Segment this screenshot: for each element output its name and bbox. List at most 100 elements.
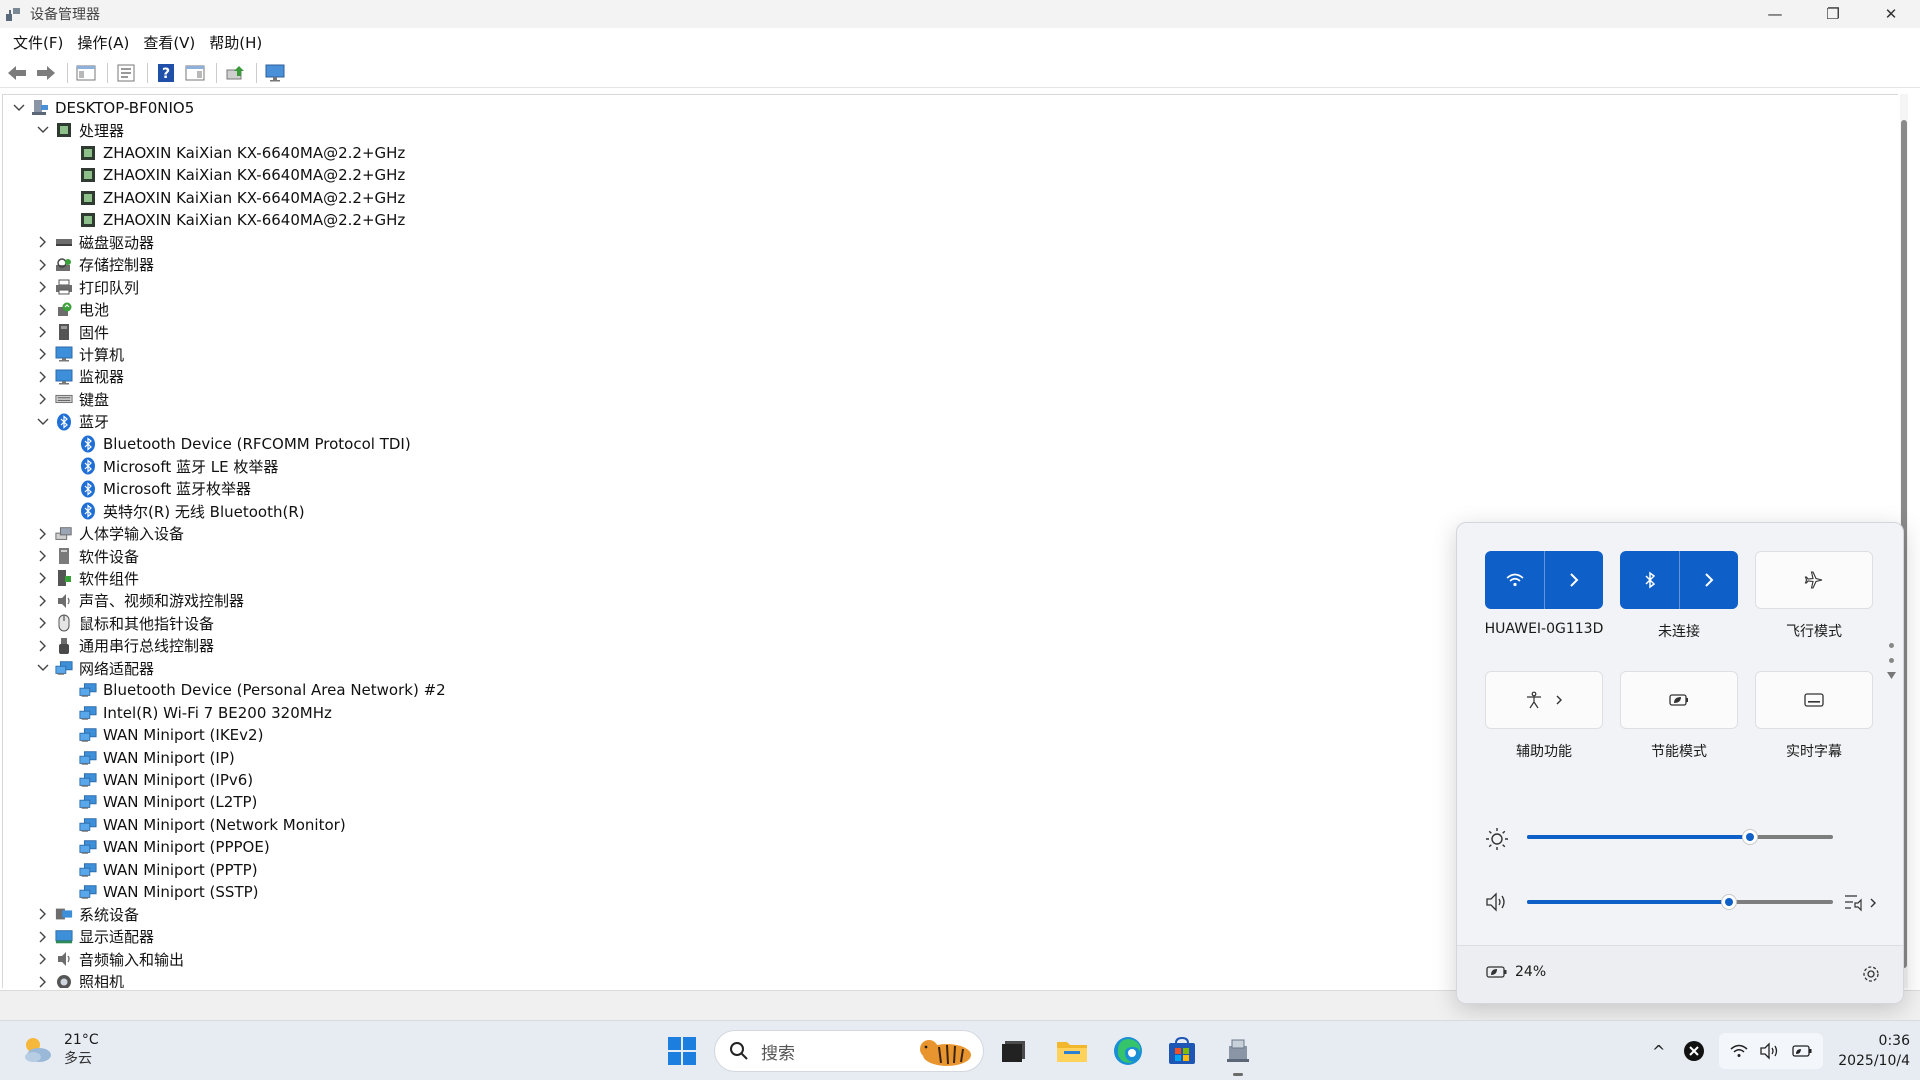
menu-help[interactable]: 帮助(H) xyxy=(202,32,269,53)
chevron-right-icon[interactable] xyxy=(35,324,51,340)
volume-slider-knob[interactable] xyxy=(1720,894,1737,910)
brightness-slider-knob[interactable] xyxy=(1742,829,1759,845)
chevron-down-icon[interactable] xyxy=(11,100,27,116)
tree-node[interactable]: 打印队列 xyxy=(35,276,139,298)
tree-node[interactable]: Microsoft 蓝牙 LE 枚举器 xyxy=(59,455,278,477)
tree-node[interactable]: 网络适配器 xyxy=(35,657,154,679)
wifi-networks-button[interactable] xyxy=(1544,551,1603,609)
chevron-right-icon[interactable] xyxy=(35,391,51,407)
chevron-down-icon[interactable] xyxy=(35,122,51,138)
tree-node[interactable]: 照相机 xyxy=(35,971,124,988)
volume-slider[interactable] xyxy=(1527,894,1833,910)
chevron-right-icon[interactable] xyxy=(35,302,51,318)
clock[interactable]: 0:36 2025/10/4 xyxy=(1820,1031,1910,1071)
tree-node[interactable]: 软件组件 xyxy=(35,567,139,589)
chevron-down-icon[interactable] xyxy=(35,414,51,430)
show-hidden-icons-button[interactable]: ^ xyxy=(1640,1042,1677,1061)
tree-node[interactable]: WAN Miniport (IKEv2) xyxy=(59,724,263,746)
tree-node[interactable]: ZHAOXIN KaiXian KX-6640MA@2.2+GHz xyxy=(59,187,405,209)
tree-node[interactable]: 蓝牙 xyxy=(35,411,109,433)
tree-node[interactable]: WAN Miniport (PPPOE) xyxy=(59,836,270,858)
chevron-right-icon[interactable] xyxy=(35,570,51,586)
network-volume-battery-group[interactable] xyxy=(1719,1033,1824,1069)
brightness-slider[interactable] xyxy=(1527,829,1833,845)
microsoft-store-button[interactable] xyxy=(1164,1033,1200,1069)
tree-node[interactable]: Microsoft 蓝牙枚举器 xyxy=(59,478,251,500)
tree-node[interactable]: DESKTOP-BF0NIO5 xyxy=(11,97,194,119)
accessibility-tile[interactable] xyxy=(1485,671,1603,729)
tree-node[interactable]: 存储控制器 xyxy=(35,254,154,276)
chevron-right-icon[interactable] xyxy=(35,369,51,385)
tree-node[interactable]: 鼠标和其他指针设备 xyxy=(35,612,214,634)
tree-node[interactable]: 系统设备 xyxy=(35,903,139,925)
chevron-right-icon[interactable] xyxy=(35,929,51,945)
chevron-right-icon[interactable] xyxy=(35,615,51,631)
bluetooth-tile[interactable] xyxy=(1620,551,1738,609)
chevron-right-icon[interactable] xyxy=(35,279,51,295)
bluetooth-devices-button[interactable] xyxy=(1679,551,1738,609)
chevron-right-icon[interactable] xyxy=(35,906,51,922)
taskbar-search[interactable]: 搜索 xyxy=(714,1030,984,1072)
action-pane-button[interactable] xyxy=(182,60,208,86)
tree-node[interactable]: WAN Miniport (IPv6) xyxy=(59,769,253,791)
back-button[interactable] xyxy=(4,60,30,86)
tree-node[interactable]: 英特尔(R) 无线 Bluetooth(R) xyxy=(59,500,305,522)
forward-button[interactable] xyxy=(33,60,59,86)
file-explorer-button[interactable] xyxy=(1054,1033,1090,1069)
live-captions-tile[interactable] xyxy=(1755,671,1873,729)
menu-file[interactable]: 文件(F) xyxy=(6,32,70,53)
page-dots[interactable] xyxy=(1886,641,1896,691)
close-button[interactable]: ✕ xyxy=(1862,0,1920,28)
weather-widget[interactable]: 21°C 多云 xyxy=(20,1031,99,1069)
tree-node[interactable]: Bluetooth Device (Personal Area Network)… xyxy=(59,679,446,701)
energy-saver-tile[interactable] xyxy=(1620,671,1738,729)
bluetooth-toggle[interactable] xyxy=(1620,551,1679,609)
wifi-tile[interactable] xyxy=(1485,551,1603,609)
tree-node[interactable]: 电池 xyxy=(35,299,109,321)
show-hide-tree-button[interactable] xyxy=(73,60,99,86)
menu-action[interactable]: 操作(A) xyxy=(70,32,136,53)
restore-button[interactable]: ❐ xyxy=(1804,0,1862,28)
tree-node[interactable]: WAN Miniport (SSTP) xyxy=(59,881,259,903)
tree-node[interactable]: 监视器 xyxy=(35,366,124,388)
tree-node[interactable]: Intel(R) Wi-Fi 7 BE200 320MHz xyxy=(59,702,332,724)
tray-app-close-circle-icon[interactable] xyxy=(1683,1040,1705,1062)
tree-node[interactable]: 通用串行总线控制器 xyxy=(35,635,214,657)
tree-node[interactable]: 键盘 xyxy=(35,388,109,410)
task-view-button[interactable] xyxy=(996,1033,1032,1069)
help-button[interactable]: ? xyxy=(153,60,179,86)
tree-node[interactable]: 音频输入和输出 xyxy=(35,948,184,970)
tree-node[interactable]: WAN Miniport (IP) xyxy=(59,747,235,769)
tree-node[interactable]: WAN Miniport (Network Monitor) xyxy=(59,814,346,836)
chevron-right-icon[interactable] xyxy=(35,526,51,542)
scan-hardware-button[interactable] xyxy=(262,60,288,86)
chevron-right-icon[interactable] xyxy=(35,548,51,564)
tree-node[interactable]: ZHAOXIN KaiXian KX-6640MA@2.2+GHz xyxy=(59,164,405,186)
chevron-right-icon[interactable] xyxy=(35,234,51,250)
audio-output-button[interactable] xyxy=(1843,891,1883,915)
chevron-right-icon[interactable] xyxy=(35,346,51,362)
tree-node[interactable]: 显示适配器 xyxy=(35,926,154,948)
chevron-right-icon[interactable] xyxy=(35,974,51,988)
windows-start-button[interactable] xyxy=(666,1035,698,1067)
tree-node[interactable]: ZHAOXIN KaiXian KX-6640MA@2.2+GHz xyxy=(59,209,405,231)
chevron-right-icon[interactable] xyxy=(35,593,51,609)
chevron-right-icon[interactable] xyxy=(35,951,51,967)
battery-status-button[interactable]: 24% xyxy=(1485,964,1546,980)
tree-node[interactable]: 人体学输入设备 xyxy=(35,523,184,545)
minimize-button[interactable]: — xyxy=(1746,0,1804,28)
properties-button[interactable] xyxy=(113,60,139,86)
airplane-mode-tile[interactable] xyxy=(1755,551,1873,609)
tree-node[interactable]: WAN Miniport (PPTP) xyxy=(59,859,258,881)
tree-node[interactable]: 声音、视频和游戏控制器 xyxy=(35,590,244,612)
device-manager-taskbar-button[interactable] xyxy=(1220,1033,1256,1069)
tree-node[interactable]: 处理器 xyxy=(35,119,124,141)
chevron-right-icon[interactable] xyxy=(35,638,51,654)
tree-node[interactable]: WAN Miniport (L2TP) xyxy=(59,791,257,813)
tree-node[interactable]: 固件 xyxy=(35,321,109,343)
update-driver-button[interactable] xyxy=(222,60,248,86)
tree-node[interactable]: 磁盘驱动器 xyxy=(35,231,154,253)
chevron-down-icon[interactable] xyxy=(35,660,51,676)
tree-node[interactable]: Bluetooth Device (RFCOMM Protocol TDI) xyxy=(59,433,411,455)
tree-node[interactable]: 软件设备 xyxy=(35,545,139,567)
